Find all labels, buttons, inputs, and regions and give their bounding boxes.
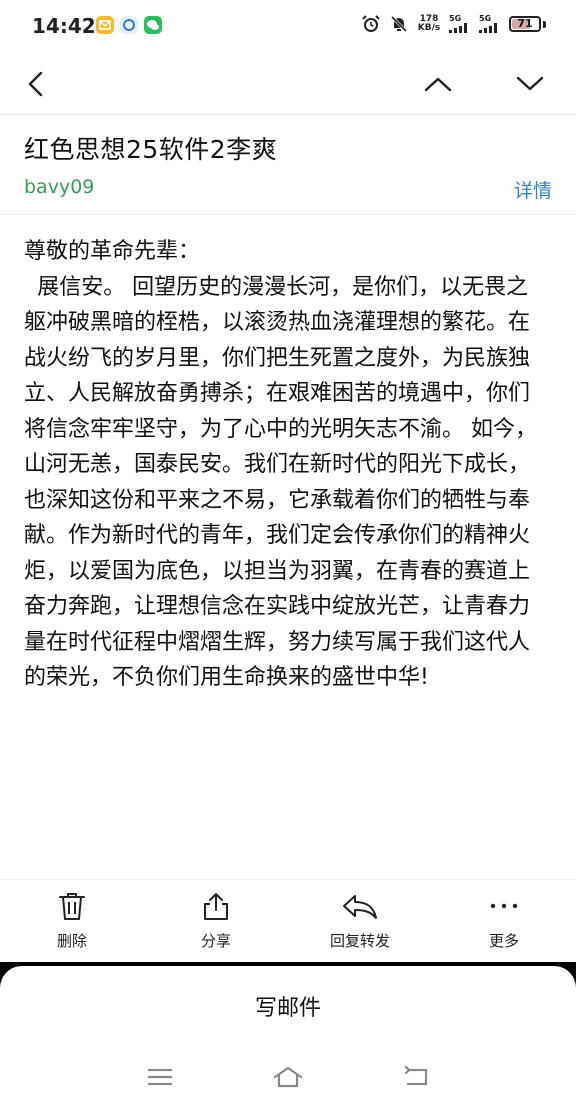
system-nav-bar: [0, 1062, 576, 1092]
more-label: 更多: [488, 932, 519, 950]
divider: [0, 114, 576, 115]
signal-1: 5G: [449, 15, 471, 33]
mail-sender[interactable]: bavy09: [24, 176, 94, 198]
mail-nav-bar: [0, 56, 576, 112]
share-label: 分享: [200, 932, 231, 950]
mail-content: 展信安。 回望历史的漫漫长河，是你们，以无畏之躯冲破黑暗的桎梏，以滚烫热血浇灌理…: [24, 274, 537, 691]
more-icon: [490, 903, 518, 909]
menu-icon: [147, 1068, 173, 1086]
recent-apps-button[interactable]: [140, 1062, 180, 1092]
return-icon: [404, 1066, 428, 1086]
status-right: 178 KB/s 5G 5G 71: [361, 14, 546, 34]
signal-bars-icon: [479, 23, 497, 33]
compose-button[interactable]: 写邮件: [0, 990, 576, 1022]
net-speed-unit: KB/s: [417, 23, 441, 33]
signal-bars-icon: [449, 23, 467, 33]
battery-icon: 71: [509, 16, 541, 32]
network-speed: 178 KB/s: [417, 15, 441, 33]
status-bar: 14:42 178 KB/s 5G 5G 71: [0, 0, 576, 52]
home-button[interactable]: [268, 1062, 308, 1092]
chevron-up-icon: [424, 77, 452, 92]
cloud-app-icon: [120, 16, 138, 34]
share-button[interactable]: 分享: [161, 890, 271, 951]
mail-greeting: 尊敬的革命先辈：: [24, 239, 201, 264]
delete-button[interactable]: 删除: [17, 890, 127, 951]
mail-subject: 红色思想25软件2李爽: [24, 135, 278, 164]
signal-2-label: 5G: [479, 14, 492, 23]
mail-app-icon: [96, 16, 114, 34]
signal-2: 5G: [479, 15, 501, 33]
compose-sheet-inner: 写邮件: [0, 966, 576, 1103]
back-nav-button[interactable]: [396, 1062, 436, 1092]
back-button[interactable]: [18, 66, 54, 102]
chevron-down-icon: [516, 76, 544, 91]
delete-label: 删除: [56, 932, 87, 950]
mail-action-bar: 删除 分享 回复转发 更多: [0, 880, 576, 960]
reply-forward-button[interactable]: 回复转发: [305, 890, 415, 951]
mute-bell-icon: [390, 15, 408, 33]
more-button[interactable]: 更多: [449, 890, 559, 951]
battery-level: 71: [517, 17, 533, 30]
trash-icon: [59, 893, 85, 920]
home-icon: [273, 1066, 303, 1088]
divider: [0, 214, 576, 215]
details-link[interactable]: 详情: [514, 176, 552, 203]
alarm-icon: [362, 15, 380, 32]
previous-mail-button[interactable]: [420, 66, 456, 102]
signal-1-label: 5G: [449, 14, 462, 23]
notification-icons: [96, 16, 162, 34]
reply-icon: [343, 895, 377, 919]
chevron-left-icon: [28, 71, 43, 97]
mail-body: 尊敬的革命先辈： 展信安。 回望历史的漫漫长河，是你们，以无畏之躯冲破黑暗的桎梏…: [24, 234, 544, 696]
reply-forward-label: 回复转发: [329, 932, 390, 950]
next-mail-button[interactable]: [512, 66, 548, 102]
compose-sheet: 写邮件: [0, 962, 576, 1103]
share-icon: [204, 893, 228, 920]
status-time: 14:42: [32, 14, 96, 38]
battery-tip: [543, 20, 546, 28]
wechat-icon: [144, 16, 162, 34]
